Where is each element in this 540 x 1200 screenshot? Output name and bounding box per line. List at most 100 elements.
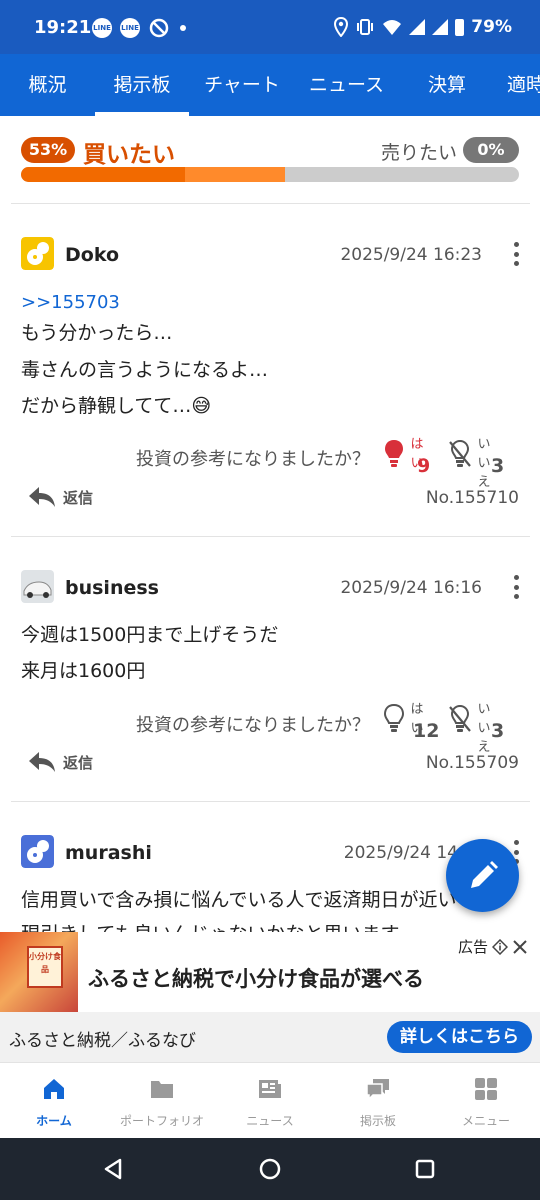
post-text-line: だから静観してて…😅 [21, 395, 212, 417]
status-bar: 19:21 LINE LINE 79% [0, 0, 540, 54]
system-status: 79% [334, 17, 512, 37]
sentiment-bar [21, 167, 519, 182]
tab-board[interactable]: 掲示板 [95, 54, 189, 116]
wifi-icon [383, 20, 402, 35]
reply-button[interactable]: 返信 [27, 750, 93, 774]
vote-no-count: 3 [491, 455, 505, 477]
post-card: Doko 2025/9/24 16:23 >>155703 もう分かったら… 毒… [0, 204, 540, 534]
sentiment-bar-fill-light [185, 167, 285, 182]
nav-home[interactable]: ホーム [0, 1063, 108, 1139]
sentiment-panel: 53% 買いたい 売りたい 0% [21, 130, 519, 190]
helpful-question: 投資の参考になりましたか？ [136, 449, 370, 470]
username[interactable]: business [65, 577, 159, 599]
more-options-icon[interactable] [512, 242, 520, 266]
post-text-line: 信用買いで含み損に悩んでいる人で返済期日が近い [21, 889, 457, 911]
vote-yes-button[interactable]: はい 12 [380, 698, 439, 746]
nav-board[interactable]: 掲示板 [324, 1063, 432, 1139]
reply-label: 返信 [63, 488, 94, 507]
avatar[interactable] [21, 570, 54, 603]
newspaper-icon [259, 1080, 281, 1098]
system-nav-bar [0, 1138, 540, 1200]
username[interactable]: Doko [65, 244, 119, 266]
lightbulb-icon [385, 440, 403, 467]
signal-icon [409, 19, 426, 35]
lightbulb-icon [384, 704, 404, 732]
location-icon [334, 17, 349, 37]
buy-label: 買いたい [83, 142, 175, 168]
buy-percent-badge: 53% [21, 137, 75, 163]
avatar[interactable] [21, 237, 54, 270]
home-icon [44, 1079, 64, 1099]
line-icon: LINE [120, 18, 140, 38]
vote-no-button[interactable]: いいえ 3 [448, 698, 504, 755]
vote-yes-count: 9 [417, 455, 431, 477]
tab-overview[interactable]: 概況 [0, 54, 95, 116]
home-button-icon[interactable] [258, 1157, 282, 1181]
notification-icons: LINE LINE [92, 17, 188, 39]
ad-info-icon[interactable] [492, 938, 508, 955]
chat-bubbles-icon [366, 1079, 389, 1101]
ad-label: 広告 [458, 936, 528, 957]
reply-icon [29, 752, 55, 772]
avatar[interactable] [21, 835, 54, 868]
reply-button[interactable]: 返信 [27, 485, 93, 509]
close-icon[interactable] [512, 939, 528, 955]
sell-percent-badge: 0% [463, 137, 519, 163]
reply-icon [29, 487, 55, 507]
vote-yes-button[interactable]: はい 9 [380, 433, 430, 481]
sync-icon [149, 18, 169, 38]
vote-no-label: いいえ [477, 437, 491, 490]
ad-banner[interactable]: 小分け食品 広告 ふるさと納税で小分け食品が選べる ふるさと納税／ふるなび 詳し… [0, 932, 540, 1062]
post-text-line: もう分かったら… [21, 322, 173, 344]
ad-image[interactable]: 小分け食品 [0, 932, 78, 1012]
reply-reference-link[interactable]: >>155703 [21, 292, 120, 313]
post-text-line: 現引きしても良いんじゃないかなと思います [21, 919, 399, 932]
username[interactable]: murashi [65, 842, 152, 864]
compose-post-button[interactable] [446, 839, 519, 912]
ad-image-tag: 小分け食品 [27, 946, 63, 988]
ad-label-text: 広告 [457, 938, 488, 956]
back-icon[interactable] [102, 1158, 124, 1180]
ad-title[interactable]: ふるさと納税で小分け食品が選べる [88, 963, 424, 993]
sell-label: 売りたい [380, 142, 457, 164]
nav-news-label: ニュース [246, 1114, 294, 1128]
lightbulb-off-icon [449, 439, 471, 467]
vote-no-label: いいえ [477, 702, 491, 755]
bottom-nav: ホーム ポートフォリオ ニュース 掲示板 メニュー [0, 1062, 540, 1138]
nav-news[interactable]: ニュース [216, 1063, 324, 1139]
recents-icon[interactable] [414, 1158, 436, 1180]
post-number: No.155709 [425, 753, 519, 773]
nav-portfolio-label: ポートフォリオ [119, 1114, 204, 1128]
nav-menu[interactable]: メニュー [432, 1063, 540, 1139]
tab-disclosure[interactable]: 適時 [496, 54, 540, 116]
vibrate-icon [357, 19, 374, 35]
grid-menu-icon [475, 1078, 497, 1100]
vote-no-count: 3 [491, 720, 505, 742]
ad-footer: ふるさと納税／ふるなび 詳しくはこちら [0, 1012, 540, 1062]
post-text-line: 今週は1500円まで上げそうだ [21, 624, 279, 646]
post-card: business 2025/9/24 16:16 今週は1500円まで上げそうだ… [0, 537, 540, 801]
post-date: 2025/9/24 14 [343, 843, 458, 863]
signal-icon [432, 19, 449, 35]
dot-icon [180, 25, 186, 31]
more-options-icon[interactable] [512, 575, 520, 599]
folder-icon [151, 1081, 173, 1098]
post-date: 2025/9/24 16:16 [340, 578, 482, 598]
nav-home-label: ホーム [36, 1114, 72, 1128]
post-date: 2025/9/24 16:23 [340, 245, 482, 265]
tab-chart[interactable]: チャート [189, 54, 295, 116]
vote-yes-count: 12 [413, 720, 440, 742]
nav-board-label: 掲示板 [359, 1114, 396, 1128]
nav-portfolio[interactable]: ポートフォリオ [108, 1063, 216, 1139]
battery-icon [455, 18, 465, 36]
status-time: 19:21 [34, 17, 92, 38]
tab-earnings[interactable]: 決算 [398, 54, 496, 116]
ad-cta-button[interactable]: 詳しくはこちら [387, 1021, 532, 1053]
pencil-icon [470, 860, 498, 888]
post-text-line: 来月は1600円 [21, 660, 146, 682]
tab-news[interactable]: ニュース [295, 54, 398, 116]
vote-no-button[interactable]: いいえ 3 [448, 433, 504, 490]
tab-bar: 概況 掲示板 チャート ニュース 決算 適時 [0, 54, 540, 116]
post-number: No.155710 [425, 488, 519, 508]
ad-source: ふるさと納税／ふるなび [9, 1031, 196, 1051]
